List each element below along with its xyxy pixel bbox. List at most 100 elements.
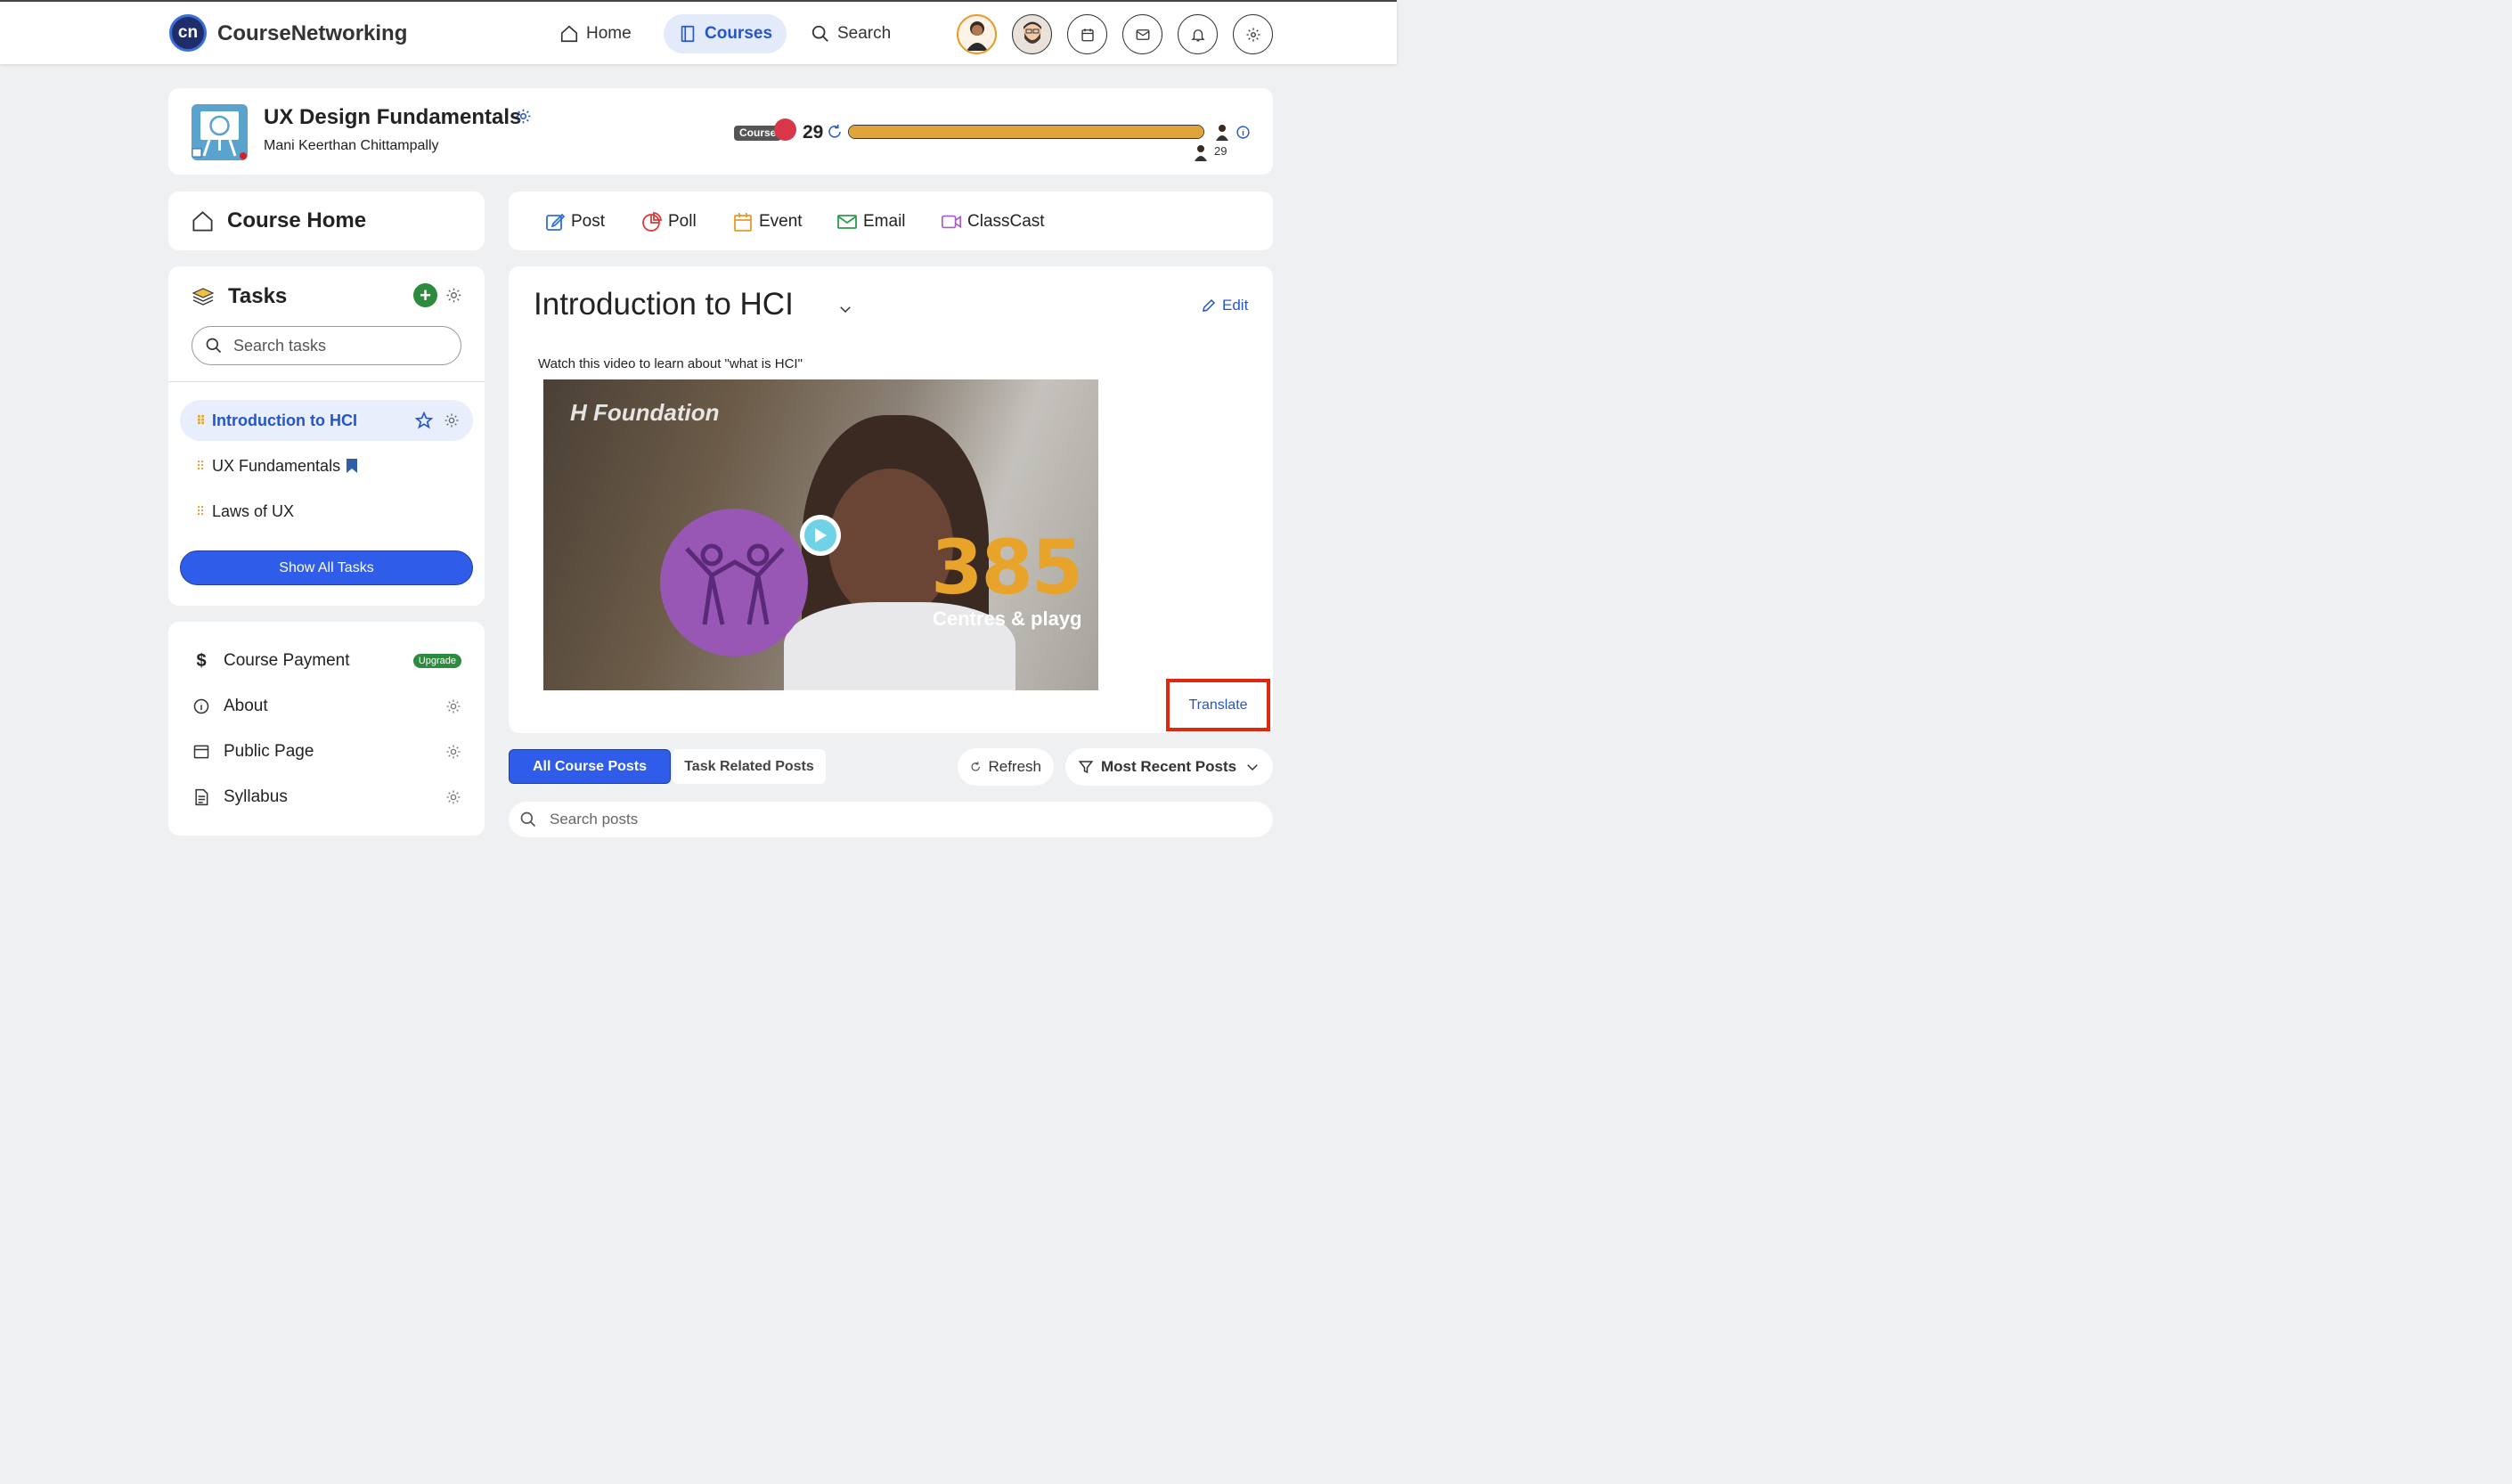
course-thumbnail[interactable]	[192, 104, 248, 160]
menu-about[interactable]: About	[192, 691, 468, 722]
profile-avatar[interactable]	[1012, 14, 1052, 54]
translate-button[interactable]: Translate	[1166, 679, 1270, 731]
public-page-gear-icon[interactable]	[445, 744, 461, 760]
gear-icon	[1246, 28, 1260, 41]
pencil-icon	[1203, 298, 1216, 312]
messages-button[interactable]	[1122, 14, 1162, 54]
course-score: 29	[803, 122, 824, 143]
chevron-down-icon[interactable]	[837, 301, 853, 317]
play-button[interactable]	[800, 515, 841, 556]
nav-search-label: Search	[837, 24, 892, 43]
task-search-input[interactable]	[233, 336, 438, 355]
task-search	[192, 326, 461, 365]
bell-icon	[1190, 29, 1205, 41]
home-outline-icon	[192, 211, 213, 232]
course-progress-fill	[849, 126, 1203, 138]
task-item-laws-of-ux[interactable]: ⠿ Laws of UX	[180, 491, 473, 532]
notifications-button[interactable]	[1178, 14, 1218, 54]
layers-icon	[192, 288, 215, 306]
sort-posts-dropdown[interactable]: Most Recent Posts	[1065, 748, 1273, 786]
upgrade-badge[interactable]: Upgrade	[412, 654, 461, 668]
email-action[interactable]: Email	[836, 211, 906, 232]
settings-button[interactable]	[1233, 14, 1273, 54]
edit-label: Edit	[1222, 297, 1249, 314]
video-stat-number: 385	[931, 524, 1083, 611]
show-all-tasks-button[interactable]: Show All Tasks	[180, 550, 473, 585]
tasks-divider	[168, 381, 485, 382]
person-icon	[966, 20, 988, 51]
video-watermark: H Foundation	[570, 399, 720, 426]
brand-name[interactable]: CourseNetworking	[217, 21, 407, 46]
menu-label: Course Payment	[224, 651, 350, 670]
search-icon	[520, 811, 536, 828]
nav-search[interactable]: Search	[796, 14, 905, 53]
menu-public-page[interactable]: Public Page	[192, 737, 468, 767]
posts-search-placeholder[interactable]: Search posts	[550, 811, 638, 828]
top-navigation-bar: cn CourseNetworking Home Courses Search	[0, 0, 1397, 64]
menu-course-payment[interactable]: $ Course Payment Upgrade	[192, 646, 468, 676]
info-icon[interactable]	[1236, 125, 1251, 140]
event-action[interactable]: Event	[732, 211, 803, 232]
refresh-label: Refresh	[988, 758, 1041, 775]
tasks-settings-gear-icon[interactable]	[445, 287, 462, 304]
star-icon[interactable]	[415, 412, 433, 429]
search-icon	[812, 25, 828, 42]
nav-courses-label: Courses	[705, 24, 773, 43]
bearded-avatar-icon	[1023, 21, 1041, 44]
about-gear-icon[interactable]	[445, 698, 461, 714]
task-item-introduction-to-hci[interactable]: ⠿ Introduction to HCI	[180, 400, 473, 441]
presentation-board-icon	[192, 111, 247, 159]
browser-window-icon	[193, 745, 209, 759]
menu-syllabus[interactable]: Syllabus	[192, 782, 468, 812]
filter-icon	[1078, 761, 1094, 774]
classcast-action[interactable]: ClassCast	[941, 211, 1045, 232]
course-author: Mani Keerthan Chittampally	[264, 138, 439, 153]
refresh-score-icon[interactable]	[827, 124, 843, 140]
posts-search[interactable]: Search posts	[509, 802, 1273, 837]
bookmark-icon	[347, 459, 358, 473]
drag-handle-icon[interactable]: ⠿	[196, 459, 207, 474]
poll-action[interactable]: Poll	[641, 211, 697, 232]
task-title: Introduction to HCI	[534, 287, 794, 322]
pie-chart-icon	[642, 211, 663, 232]
video-player[interactable]: H Foundation 385 Centres & playg	[543, 379, 1098, 690]
calendar-icon	[1081, 28, 1094, 41]
add-task-button[interactable]: +	[413, 283, 437, 307]
user-avatar[interactable]	[957, 14, 997, 54]
task-label: Introduction to HCI	[212, 411, 357, 429]
info-circle-icon	[193, 698, 209, 714]
dollar-icon: $	[196, 650, 207, 671]
pencil-square-icon	[546, 213, 566, 231]
brand-logo[interactable]: cn	[169, 14, 207, 52]
task-item-ux-fundamentals[interactable]: ⠿ UX Fundamentals	[180, 445, 473, 486]
calendar-button[interactable]	[1067, 14, 1107, 54]
course-home-title[interactable]: Course Home	[227, 208, 366, 233]
course-title: UX Design Fundamentals	[264, 105, 522, 129]
tab-all-course-posts[interactable]: All Course Posts	[509, 749, 671, 784]
nav-home[interactable]: Home	[545, 14, 646, 53]
course-settings-gear-icon[interactable]	[515, 108, 532, 125]
document-icon	[195, 788, 208, 806]
mail-icon	[837, 215, 857, 229]
leader-person-icon	[1216, 125, 1228, 141]
drag-handle-icon[interactable]: ⠿	[196, 413, 207, 428]
post-action[interactable]: Post	[544, 211, 605, 232]
refresh-posts-button[interactable]: Refresh	[958, 748, 1054, 786]
logo-text: cn	[177, 23, 199, 42]
tasks-title: Tasks	[228, 284, 288, 308]
sort-label: Most Recent Posts	[1101, 758, 1237, 775]
post-label: Post	[571, 212, 606, 231]
chevron-down-icon	[1247, 764, 1258, 771]
nav-courses[interactable]: Courses	[664, 14, 787, 53]
task-label: Laws of UX	[212, 501, 295, 520]
video-camera-icon	[942, 215, 961, 229]
drag-handle-icon[interactable]: ⠿	[196, 504, 207, 519]
syllabus-gear-icon[interactable]	[445, 789, 461, 805]
tab-task-related-posts[interactable]: Task Related Posts	[673, 749, 826, 784]
course-progress-bar	[848, 125, 1204, 139]
book-icon	[681, 25, 695, 43]
edit-task-button[interactable]: Edit	[1201, 297, 1248, 314]
menu-label: Syllabus	[224, 787, 288, 806]
task-gear-icon[interactable]	[444, 412, 460, 428]
video-logo-circle	[660, 509, 808, 656]
